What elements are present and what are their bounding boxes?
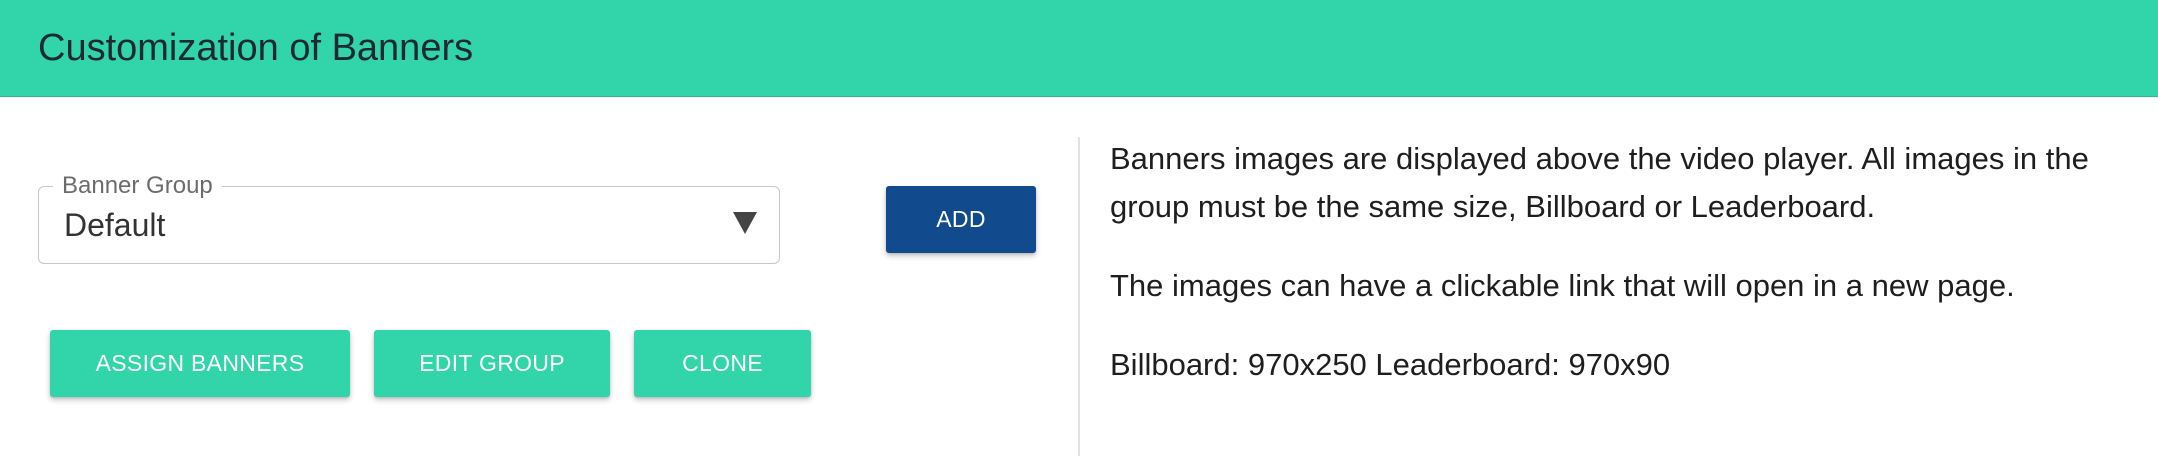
info-panel: Banners images are displayed above the v…: [1110, 135, 2130, 420]
page-header: Customization of Banners: [0, 0, 2158, 97]
add-button[interactable]: ADD: [886, 186, 1036, 253]
info-paragraph-sizes: Banners images are displayed above the v…: [1110, 141, 2089, 224]
vertical-divider: [1078, 137, 1080, 456]
edit-group-button[interactable]: EDIT GROUP: [374, 330, 610, 397]
main-content: Banner Group Default ADD ASSIGN BANNERS …: [0, 97, 2158, 456]
banner-group-label: Banner Group: [53, 172, 222, 200]
banner-group-value: Default: [64, 207, 166, 243]
info-paragraph-links: The images can have a clickable link tha…: [1110, 268, 2015, 303]
clone-button[interactable]: CLONE: [634, 330, 811, 397]
triangle-down-icon[interactable]: [733, 212, 757, 234]
banner-group-select[interactable]: Banner Group Default: [38, 172, 780, 264]
info-paragraph-dimensions: Billboard: 970x250 Leaderboard: 970x90: [1110, 347, 1671, 382]
assign-banners-button[interactable]: ASSIGN BANNERS: [50, 330, 350, 397]
page-title: Customization of Banners: [38, 27, 474, 69]
